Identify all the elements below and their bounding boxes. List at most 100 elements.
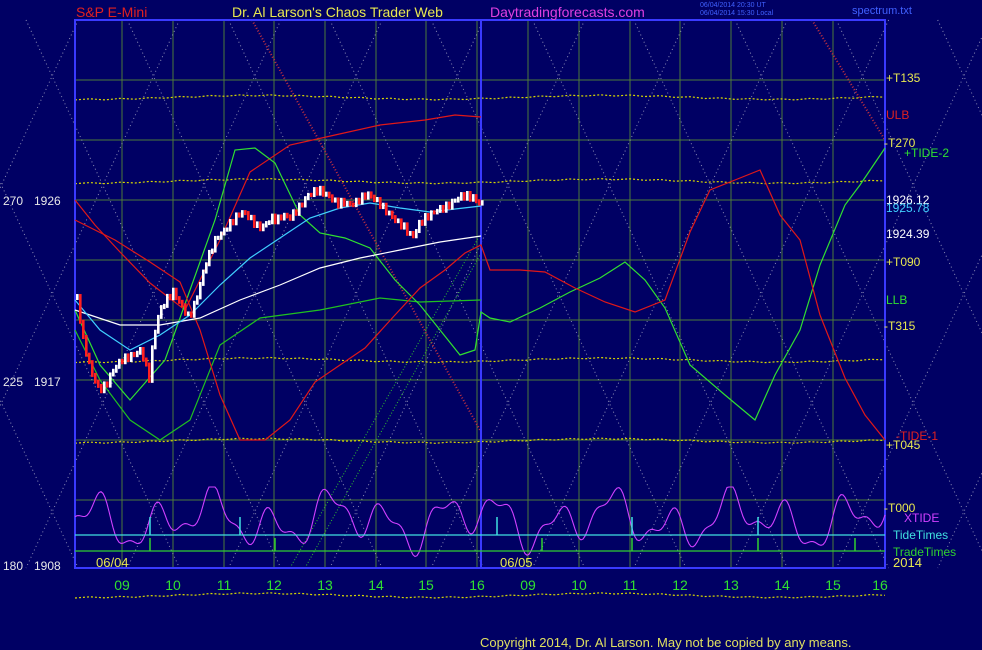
price-bar (196, 295, 199, 305)
price-bar (265, 221, 268, 228)
price-bar (94, 372, 97, 384)
price-bar (415, 229, 418, 239)
right-label-t045: +T045 (886, 438, 921, 452)
price-bar (100, 383, 103, 394)
price-bar (232, 218, 235, 226)
lattice-line-up (228, 19, 484, 569)
price-bar (340, 197, 343, 209)
price-bar (370, 191, 373, 199)
x-tick-label: 13 (723, 577, 739, 593)
price-bar (277, 214, 280, 225)
price-bar (460, 192, 463, 201)
price-bar (301, 202, 304, 208)
x-tick-label: 11 (623, 577, 638, 593)
price-bar (172, 287, 175, 301)
timestamp-ut: 06/04/2014 20:30 UT (700, 2, 766, 9)
price-bar (403, 222, 406, 230)
price-bar (472, 194, 475, 202)
x-tick-label: 09 (114, 577, 130, 593)
site-title: Dr. Al Larson's Chaos Trader Web (232, 4, 443, 20)
price-bar (118, 358, 121, 369)
price-bar (88, 352, 91, 365)
price-bar (85, 335, 88, 357)
site-url[interactable]: Daytradingforecasts.com (490, 4, 645, 20)
price-bar (160, 305, 163, 319)
price-bar (241, 210, 244, 218)
price-bar (475, 194, 478, 204)
price-bar (247, 211, 250, 221)
price-bar (310, 192, 313, 198)
x-tick-label: 14 (368, 577, 384, 593)
price-bar (82, 319, 85, 340)
price-bar (229, 218, 232, 232)
price-bar (202, 269, 205, 286)
price-bar (136, 350, 139, 358)
price-bar (115, 364, 118, 373)
green-angle-line (289, 234, 481, 569)
copyright-notice: Copyright 2014, Dr. Al Larson. May not b… (480, 635, 852, 650)
right-label-llb: LLB (886, 293, 907, 307)
price-bar (211, 248, 214, 254)
price-bar (133, 351, 136, 358)
level-line-t045 (74, 592, 886, 599)
price-bar (382, 202, 385, 210)
price-bar (220, 231, 223, 240)
y-tick-price: 1926 (34, 194, 61, 208)
price-bar (352, 202, 355, 208)
price-bar (448, 201, 451, 210)
price-bar (355, 197, 358, 208)
price-bar (184, 303, 187, 316)
price-bar (175, 287, 178, 301)
lattice-line-up (532, 19, 788, 569)
price-bar (274, 213, 277, 225)
price-bar (319, 185, 322, 196)
right-label-t315: -T315 (884, 319, 916, 333)
price-bar (439, 204, 442, 213)
price-bar (235, 212, 238, 226)
date-label-day2: 06/05 (500, 555, 533, 570)
x-tick-label: 15 (418, 577, 434, 593)
lattice-line-down (532, 19, 788, 569)
lattice-line-up (937, 471, 982, 569)
source-file: spectrum.txt (852, 5, 912, 17)
price-bar (178, 296, 181, 304)
price-bar (199, 281, 202, 300)
red-angle-line (251, 19, 481, 431)
price-bar (130, 351, 133, 362)
green-angle-line (304, 254, 481, 569)
right-label-tradetimes: TradeTimes (893, 545, 956, 559)
price-bar (169, 293, 172, 301)
lattice-line-down (329, 19, 586, 569)
price-bar (259, 221, 262, 232)
price-bar (427, 213, 430, 221)
price-bar (139, 346, 142, 355)
x-tick-label: 10 (571, 577, 587, 593)
price-bar (454, 198, 457, 203)
x-tick-label: 10 (165, 577, 181, 593)
lattice-line-up (835, 253, 982, 569)
price-bar (244, 210, 247, 216)
price-bar (385, 202, 388, 216)
x-tick-label: 09 (520, 577, 536, 593)
price-bar (127, 353, 130, 362)
price-bar (358, 197, 361, 205)
lattice-line-down (430, 19, 687, 569)
price-bar (208, 249, 211, 267)
llb-band (74, 297, 482, 441)
price-bar (295, 209, 298, 216)
price-bar (397, 218, 400, 224)
x-tick-label: 16 (872, 577, 888, 593)
price-bar (223, 227, 226, 236)
lattice-line-down (633, 19, 890, 569)
price-bar (334, 197, 337, 203)
price-bar (325, 191, 328, 197)
price-bar (367, 191, 370, 200)
right-label-xtide: XTIDE (904, 511, 939, 525)
price-bar (298, 202, 301, 216)
price-bar (412, 230, 415, 239)
price-bar (187, 311, 190, 316)
price-bar (250, 214, 253, 221)
y-tick-price: 1908 (34, 559, 61, 573)
price-bar (478, 199, 481, 206)
price-bar (346, 200, 349, 207)
